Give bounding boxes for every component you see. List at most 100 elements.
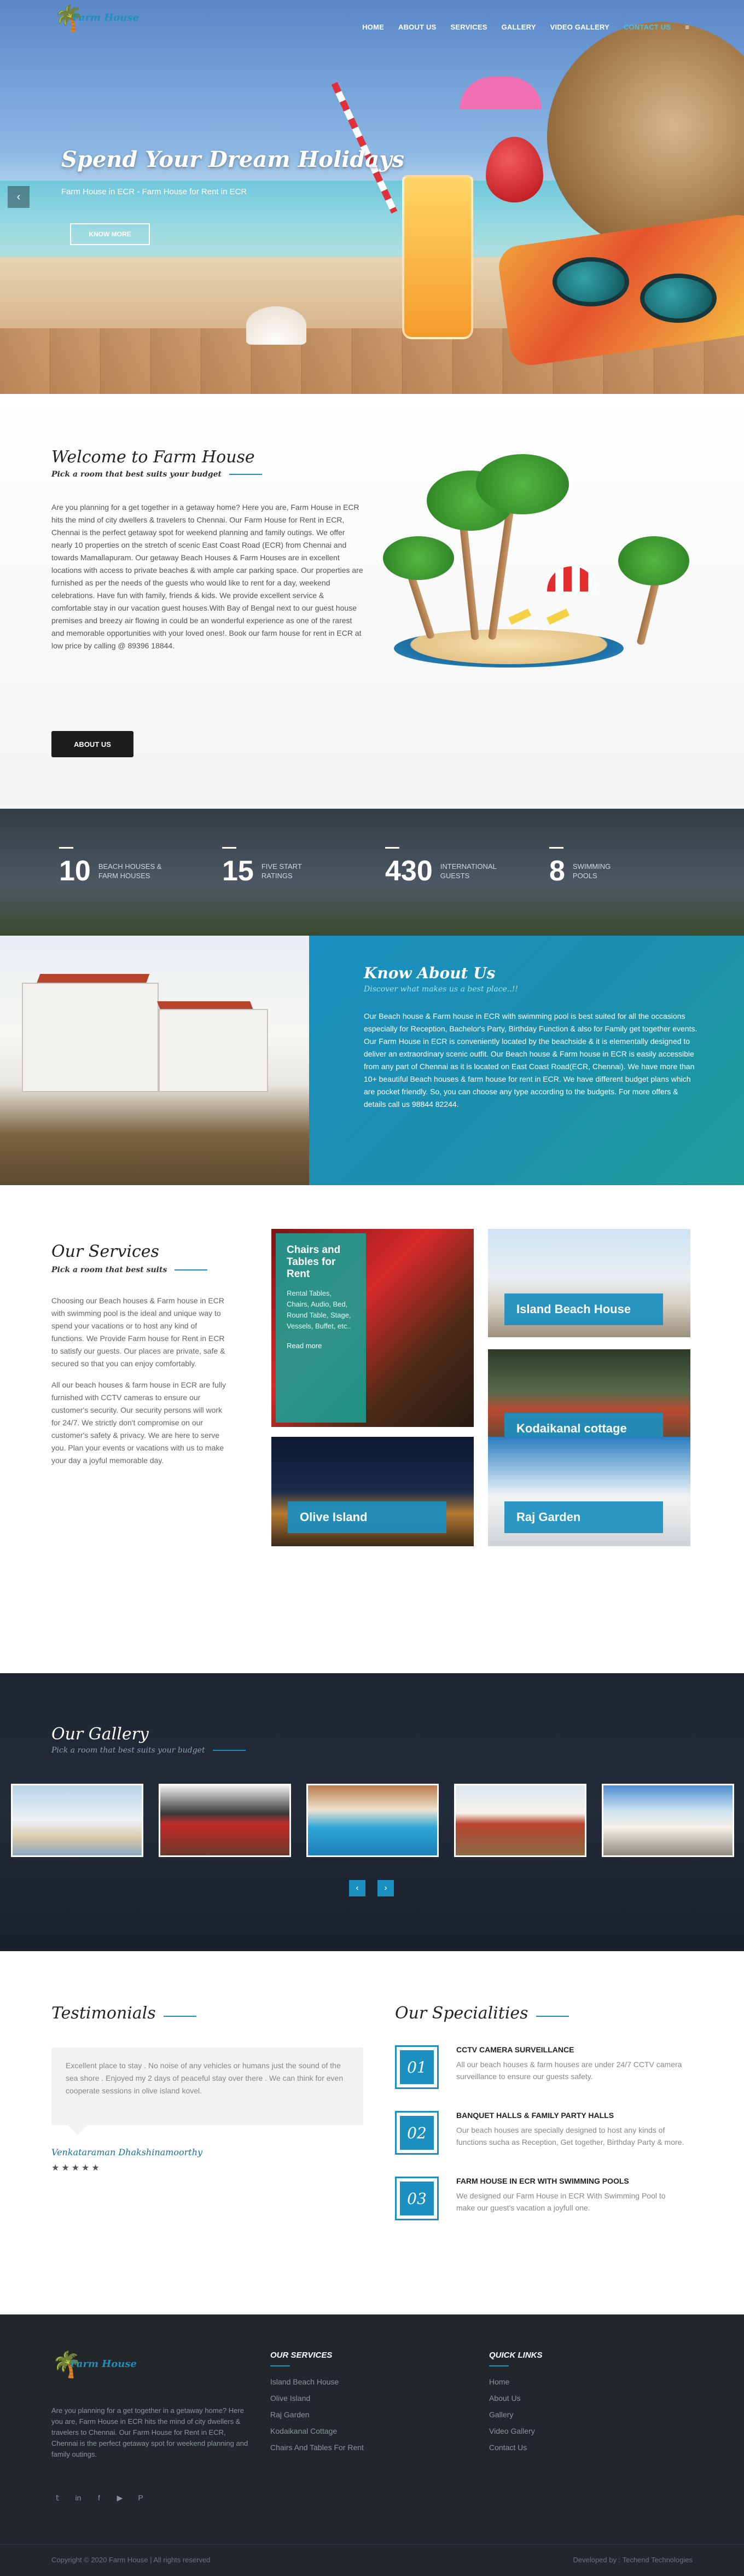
stat-line — [222, 847, 236, 849]
card-label: Raj Garden — [504, 1501, 663, 1533]
linkedin-icon[interactable]: in — [72, 2492, 84, 2504]
gallery-image[interactable] — [159, 1784, 291, 1857]
chairs-tables-desc: Rental Tables, Chairs, Audio, Bed, Round… — [287, 1289, 351, 1330]
youtube-icon[interactable]: ▶ — [114, 2492, 126, 2504]
stat-label-line: RATINGS — [261, 872, 293, 880]
footer-link[interactable]: Olive Island — [270, 2394, 364, 2403]
card-label: Olive Island — [288, 1501, 446, 1533]
villa-building — [22, 983, 159, 1092]
welcome-subheading: Pick a room that best suits your budget — [51, 469, 263, 479]
footer-link[interactable]: Gallery — [489, 2410, 543, 2419]
olive-island-card[interactable]: Olive Island — [271, 1437, 474, 1546]
palm-leaves — [476, 454, 569, 514]
services-subheading: Pick a room that best suits — [51, 1265, 208, 1275]
gallery-image[interactable] — [602, 1784, 734, 1857]
stat-label: SWIMMING POOLS — [573, 862, 611, 880]
welcome-section: Welcome to Farm House Pick a room that b… — [0, 394, 744, 809]
specialities-heading: Our Specialities — [395, 2004, 569, 2023]
nav-about-us[interactable]: ABOUT US — [398, 23, 437, 31]
stat-item: 430 INTERNATIONAL GUESTS — [385, 855, 497, 887]
speciality-heading: CCTV CAMERA SURVEILLANCE — [456, 2045, 574, 2054]
title-underline — [229, 473, 263, 475]
testimonials-section: Testimonials Excellent place to stay . N… — [0, 1951, 744, 2314]
copyright-text: Copyright © 2020 Farm House | All rights… — [51, 2556, 211, 2564]
palm-leaves — [383, 536, 454, 580]
menu-icon[interactable]: ≡ — [685, 23, 689, 31]
facebook-icon[interactable]: f — [93, 2492, 105, 2504]
footer-link[interactable]: Kodaikanal Cottage — [270, 2427, 364, 2435]
hero-subtitle: Farm House in ECR - Farm House for Rent … — [61, 187, 247, 196]
speciality-desc: All our beach houses & farm houses are u… — [456, 2060, 682, 2081]
gallery-image[interactable] — [454, 1784, 586, 1857]
palm-trunk — [458, 514, 479, 641]
stat-label-line: BEACH HOUSES & — [98, 862, 162, 871]
speciality-heading: BANQUET HALLS & FAMILY PARTY HALLS — [456, 2111, 614, 2120]
nav-gallery[interactable]: GALLERY — [502, 23, 536, 31]
nav-video-gallery[interactable]: VIDEO GALLERY — [550, 23, 609, 31]
speciality-number-box: 03 — [395, 2177, 439, 2220]
chairs-tables-overlay: Chairs and Tables for Rent Rental Tables… — [276, 1233, 366, 1423]
stat-line — [59, 847, 73, 849]
gallery-subheading: Pick a room that best suits your budget — [51, 1745, 246, 1755]
navbar: 🌴 Farm House HOME ABOUT US SERVICES GALL… — [0, 0, 744, 55]
chairs-tables-card[interactable]: Chairs and Tables for Rent Rental Tables… — [271, 1229, 474, 1427]
stat-item: 15 FIVE START RATINGS — [222, 855, 302, 887]
speciality-desc: Our beach houses are specially designed … — [456, 2126, 684, 2146]
card-label: Island Beach House — [504, 1293, 663, 1325]
footer-services-title: OUR SERVICES — [270, 2351, 364, 2366]
footer-link[interactable]: Contact Us — [489, 2443, 543, 2452]
stat-line — [385, 847, 399, 849]
read-more-link[interactable]: Read more — [287, 1342, 355, 1350]
twitter-icon[interactable]: 𝕥 — [51, 2492, 63, 2504]
know-text: Our Beach house & Farm house in ECR with… — [364, 1012, 698, 1109]
stat-line — [549, 847, 563, 849]
know-about-panel: Know About Us Discover what makes us a b… — [309, 936, 744, 1185]
hero-sunglasses-lens — [553, 257, 629, 306]
hero-shell — [246, 306, 306, 345]
stat-label: INTERNATIONAL GUESTS — [440, 862, 497, 880]
main-nav: HOME ABOUT US SERVICES GALLERY VIDEO GAL… — [362, 23, 689, 31]
developer-credit[interactable]: Developed by : Techend Technologies — [573, 2556, 693, 2564]
welcome-title: Welcome to Farm House — [51, 448, 255, 467]
know-about-section: Know About Us Discover what makes us a b… — [0, 936, 744, 1185]
slider-prev-button[interactable]: ‹ — [8, 186, 30, 208]
footer-link[interactable]: Island Beach House — [270, 2377, 364, 2386]
gallery-image[interactable] — [306, 1784, 439, 1857]
stats-section: 10 BEACH HOUSES & FARM HOUSES 15 FIVE STA… — [0, 809, 744, 936]
island-beach-house-card[interactable]: Island Beach House — [488, 1229, 690, 1337]
footer-link[interactable]: Raj Garden — [270, 2410, 364, 2419]
social-links: 𝕥 in f ▶ P — [51, 2492, 147, 2504]
nav-contact-us[interactable]: CONTACT US — [624, 23, 671, 31]
services-paragraph: Choosing our Beach houses & Farm house i… — [51, 1296, 225, 1368]
footer-logo[interactable]: 🌴 Farm House — [51, 2349, 150, 2382]
title-underline — [212, 1750, 246, 1751]
gallery-next-button[interactable]: › — [377, 1880, 394, 1896]
services-subtitle: Pick a room that best suits — [51, 1266, 167, 1274]
services-section: Our Services Pick a room that best suits… — [0, 1185, 744, 1673]
speciality-number: 01 — [400, 2050, 434, 2084]
services-paragraph: All our beach houses & farm house in ECR… — [51, 1380, 226, 1465]
gallery-prev-button[interactable]: ‹ — [349, 1880, 365, 1896]
gallery-image[interactable] — [11, 1784, 143, 1857]
stat-item: 8 SWIMMING POOLS — [549, 855, 611, 887]
about-us-button[interactable]: ABOUT US — [51, 731, 133, 757]
testimonial-quote: Excellent place to stay . No noise of an… — [51, 2047, 363, 2135]
welcome-text: Are you planning for a get together in a… — [51, 503, 363, 650]
footer-link[interactable]: Video Gallery — [489, 2427, 543, 2435]
gallery-subtitle: Pick a room that best suits your budget — [51, 1746, 205, 1755]
footer-link[interactable]: Chairs And Tables For Rent — [270, 2443, 364, 2452]
footer-link[interactable]: Home — [489, 2377, 543, 2386]
footer-link[interactable]: About Us — [489, 2394, 543, 2403]
beach-chair — [546, 608, 570, 625]
raj-garden-card[interactable]: Raj Garden — [488, 1437, 690, 1546]
logo-text: Farm House — [72, 12, 139, 24]
title-underline — [175, 1269, 208, 1270]
hero-juice-glass — [402, 175, 473, 339]
site-logo[interactable]: 🌴 Farm House — [54, 3, 152, 42]
pinterest-icon[interactable]: P — [135, 2492, 147, 2504]
know-more-button[interactable]: KNOW MORE — [70, 223, 150, 245]
stat-number: 15 — [222, 855, 254, 887]
nav-services[interactable]: SERVICES — [451, 23, 487, 31]
nav-home[interactable]: HOME — [362, 23, 384, 31]
stat-label-line: INTERNATIONAL — [440, 862, 497, 871]
